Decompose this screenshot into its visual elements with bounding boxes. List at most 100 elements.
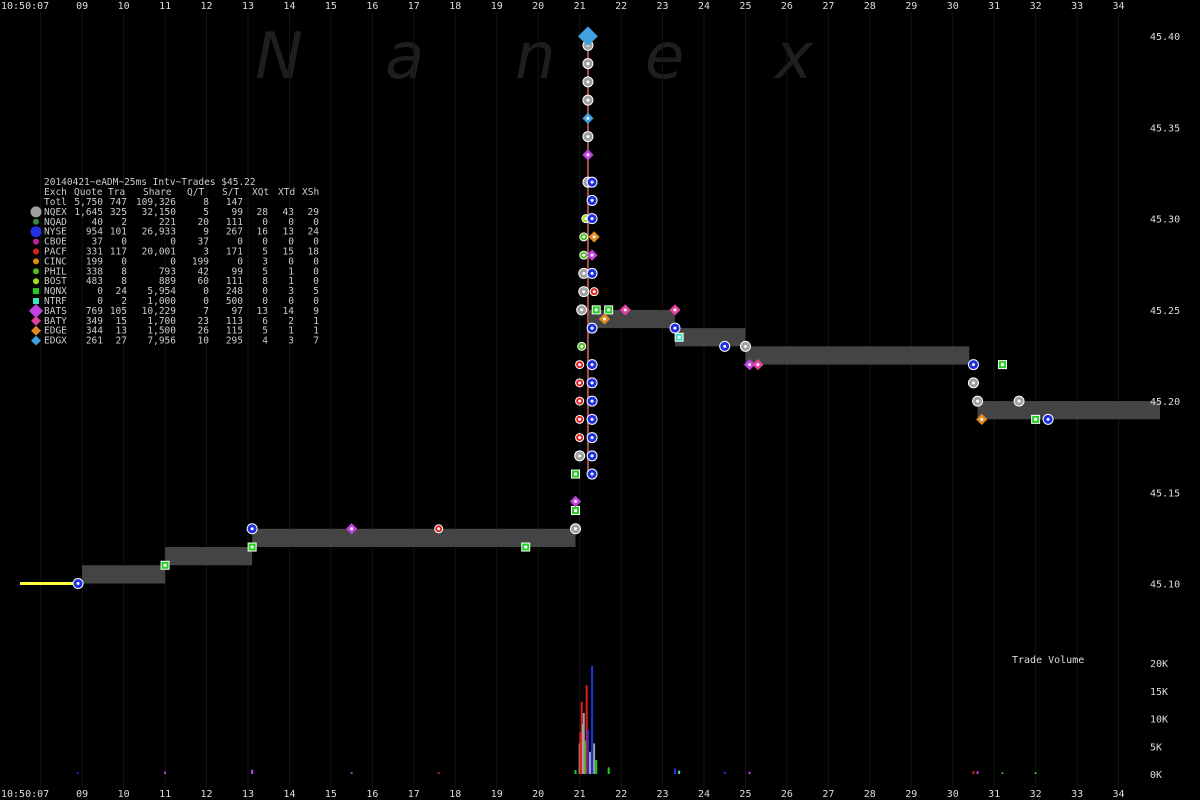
volume-bar xyxy=(593,743,596,774)
trade-marker-core xyxy=(748,363,752,367)
trade-marker-core xyxy=(573,472,577,476)
legend-swatch xyxy=(30,206,42,218)
trade-marker-core xyxy=(437,527,441,531)
x-tick-label-top: 22 xyxy=(615,1,627,12)
trade-marker-core xyxy=(756,363,760,367)
x-tick-label-bottom: 10 xyxy=(118,789,130,800)
volume-bar xyxy=(723,771,726,774)
x-tick-label-bottom: 11 xyxy=(159,789,171,800)
x-tick-label-bottom: 13 xyxy=(242,789,254,800)
trade-marker-core xyxy=(590,472,594,476)
legend-cell: 27 xyxy=(116,336,127,347)
x-tick-label-top: 12 xyxy=(201,1,213,12)
trade-marker-core xyxy=(1017,399,1021,403)
x-tick-label-bottom: 23 xyxy=(657,789,669,800)
trade-marker-core xyxy=(573,509,577,513)
volume-bar xyxy=(976,771,979,774)
price-tick-label: 45.25 xyxy=(1150,306,1180,317)
legend-swatch xyxy=(31,335,41,346)
watermark-letter: N xyxy=(255,20,303,94)
trade-marker-core xyxy=(578,381,582,385)
legend-swatch xyxy=(33,288,39,295)
x-tick-label-bottom: 28 xyxy=(864,789,876,800)
volume-bar xyxy=(586,729,589,774)
x-tick-label-bottom: 20 xyxy=(532,789,544,800)
x-tick-label-bottom: 27 xyxy=(822,789,834,800)
x-tick-label-top: 10 xyxy=(118,1,130,12)
volume-bar xyxy=(77,772,80,774)
x-tick-label-bottom: 21 xyxy=(574,789,586,800)
trade-marker-core xyxy=(350,527,354,531)
x-tick-label-bottom: 22 xyxy=(615,789,627,800)
x-tick-label-bottom: 32 xyxy=(1030,789,1042,800)
volume-tick-label: 5K xyxy=(1150,742,1162,753)
legend-cell: 4 xyxy=(262,336,268,347)
x-tick-label-top: 17 xyxy=(408,1,420,12)
trade-marker xyxy=(578,26,598,47)
trade-marker-core xyxy=(590,271,594,275)
x-tick-label-bottom: 16 xyxy=(366,789,378,800)
trade-marker-core xyxy=(578,436,582,440)
x-tick-label-top: 32 xyxy=(1030,1,1042,12)
trade-marker-core xyxy=(578,399,582,403)
x-tick-label-top: 30 xyxy=(947,1,959,12)
x-tick-label-bottom: 19 xyxy=(491,789,503,800)
trade-marker-core xyxy=(590,417,594,421)
trade-marker-core xyxy=(590,363,594,367)
volume-bar xyxy=(350,772,353,774)
trade-marker-core xyxy=(1046,417,1050,421)
trade-marker-core xyxy=(586,98,590,102)
trade-marker-core xyxy=(582,235,586,239)
trade-marker-core xyxy=(586,80,590,84)
x-tick-label-top: 11 xyxy=(159,1,171,12)
trade-marker-core xyxy=(586,116,590,120)
volume-bar xyxy=(589,751,591,774)
legend-swatch xyxy=(33,258,39,265)
trade-marker-core xyxy=(723,344,727,348)
volume-bar xyxy=(1034,772,1037,774)
x-tick-label-bottom: 12 xyxy=(201,789,213,800)
trade-marker-core xyxy=(582,253,586,257)
volume-bar xyxy=(1001,772,1004,774)
trade-marker-core xyxy=(971,381,975,385)
x-tick-label-top: 14 xyxy=(283,1,295,12)
trade-marker-core xyxy=(590,326,594,330)
trade-marker-core xyxy=(250,545,254,549)
x-tick-label-top: 09 xyxy=(76,1,88,12)
x-tick-label-top: 25 xyxy=(739,1,751,12)
volume-bar xyxy=(748,771,751,774)
watermark-letter: x xyxy=(773,20,814,94)
legend-cell: 261 xyxy=(86,336,103,347)
x-tick-label-top: 28 xyxy=(864,1,876,12)
volume-tick-label: 15K xyxy=(1150,687,1168,698)
trade-marker-core xyxy=(590,399,594,403)
x-tick-label-top: 34 xyxy=(1113,1,1125,12)
trade-marker-core xyxy=(573,499,577,503)
volume-tick-label: 0K xyxy=(1150,770,1162,781)
trade-marker-core xyxy=(603,317,607,321)
volume-bar xyxy=(251,769,254,774)
x-tick-label-top: 26 xyxy=(781,1,793,12)
nbbo-band xyxy=(674,328,746,347)
price-tick-label: 45.30 xyxy=(1150,215,1180,226)
watermark-letter: e xyxy=(645,20,684,94)
trade-marker-core xyxy=(1000,363,1004,367)
legend-cell: 295 xyxy=(226,336,243,347)
trade-marker-core xyxy=(971,363,975,367)
price-tick-label: 45.10 xyxy=(1150,580,1180,591)
trade-marker-core xyxy=(673,326,677,330)
legend-cell: 10 xyxy=(198,336,210,347)
legend-swatch xyxy=(33,218,39,225)
volume-bar xyxy=(574,770,577,774)
trade-marker-core xyxy=(590,381,594,385)
legend-swatch xyxy=(33,298,39,304)
trade-marker-core xyxy=(578,417,582,421)
volume-title: Trade Volume xyxy=(1012,655,1084,666)
price-tick-label: 45.35 xyxy=(1150,123,1180,134)
price-tick-label: 45.15 xyxy=(1150,488,1180,499)
trade-marker-core xyxy=(673,308,677,312)
trade-marker-core xyxy=(250,527,254,531)
trade-marker-core xyxy=(677,335,681,339)
trade-marker-core xyxy=(578,454,582,458)
x-tick-label-top: 16 xyxy=(366,1,378,12)
